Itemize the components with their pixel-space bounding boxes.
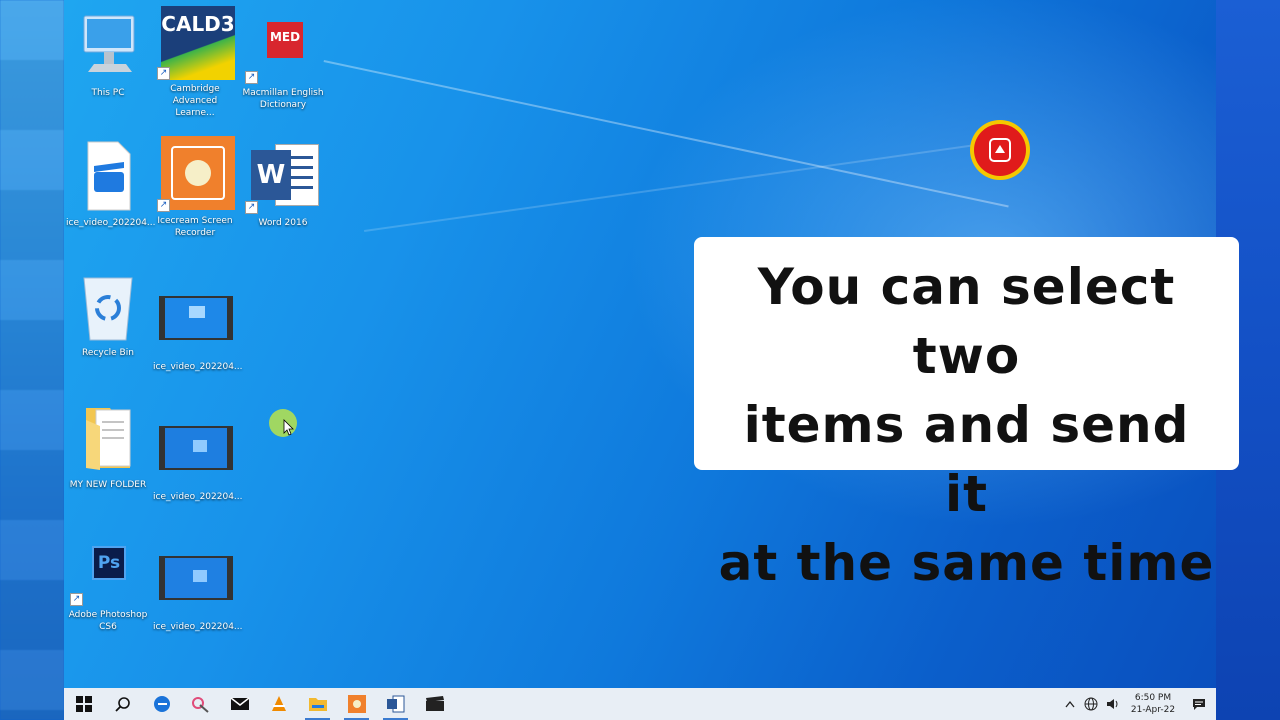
taskbar-snipping-tool[interactable] (181, 688, 220, 720)
desktop-icon-ice-video-4[interactable]: ice_video_202204... (153, 542, 243, 633)
mouse-cursor-icon (268, 408, 300, 440)
icon-label: Cambridge Advanced Learne... (170, 84, 220, 118)
macmillan-dictionary-icon: MED ↗ (245, 8, 321, 84)
volume-button[interactable] (1102, 688, 1124, 720)
search-icon (114, 697, 130, 712)
taskbar-file-explorer[interactable] (298, 688, 337, 720)
snipping-tool-icon (191, 697, 209, 713)
video-thumbnail-icon (157, 412, 233, 488)
icon-label: Word 2016 (258, 218, 308, 228)
system-tray: 6:50 PM 21-Apr-22 (1060, 688, 1216, 720)
icon-label: ice_video_202204... (153, 622, 243, 632)
icon-label: MY NEW FOLDER (69, 480, 147, 490)
light-beam (323, 60, 1009, 208)
photoshop-icon: Ps ↗ (70, 530, 146, 606)
icon-label: This PC (91, 88, 125, 98)
taskbar-edge[interactable] (142, 688, 181, 720)
icon-label: ice_video_202204... (153, 362, 243, 372)
taskbar-video[interactable] (415, 688, 454, 720)
desktop-icon-ice-video-3[interactable]: ice_video_202204... (153, 412, 243, 503)
globe-icon (1084, 697, 1098, 711)
icon-label: ice_video_202204... (153, 492, 243, 502)
desktop-icon-word[interactable]: W ↗ Word 2016 (241, 138, 325, 229)
light-beam (364, 140, 999, 232)
shortcut-arrow-icon: ↗ (70, 593, 83, 606)
desktop-icon-ice-video-1[interactable]: ice_video_202204... (66, 138, 156, 229)
taskbar-mail[interactable] (220, 688, 259, 720)
desktop-icon-icecream[interactable]: ↗ Icecream Screen Recorder (153, 136, 237, 239)
taskbar-word[interactable] (376, 688, 415, 720)
vlc-icon (271, 696, 286, 711)
icon-label: Adobe Photoshop CS6 (68, 610, 148, 632)
start-icon (75, 696, 92, 712)
shortcut-arrow-icon: ↗ (157, 67, 170, 80)
icon-label: ice_video_202204... (66, 218, 156, 228)
start-button[interactable] (64, 688, 103, 720)
desktop-icon-recycle-bin[interactable]: Recycle Bin (66, 268, 150, 359)
taskbar-icecream[interactable] (337, 688, 376, 720)
youtube-badge-icon[interactable] (970, 120, 1030, 180)
icon-label: Icecream Screen Recorder (157, 216, 233, 238)
search-button[interactable] (103, 688, 142, 720)
clock-time: 6:50 PM (1134, 693, 1172, 703)
recycle-bin-icon (70, 268, 146, 344)
video-thumbnail-icon (157, 282, 233, 358)
video-file-icon (70, 138, 146, 214)
desktop-icon-macmillan[interactable]: MED ↗ Macmillan English Dictionary (241, 8, 325, 111)
icon-label: Macmillan English Dictionary (242, 88, 324, 110)
word-icon (386, 695, 404, 713)
icecream-recorder-icon: ↗ (157, 136, 235, 212)
caption-box: You can select two items and send it at … (694, 237, 1239, 592)
caption-line: You can select two (757, 258, 1176, 385)
desktop-icon-ice-video-2[interactable]: ice_video_202204... (153, 282, 243, 373)
caption-line: at the same time (718, 534, 1215, 592)
computer-icon (70, 8, 146, 84)
desktop-icon-photoshop[interactable]: Ps ↗ Adobe Photoshop CS6 (66, 530, 150, 633)
speaker-icon (1107, 699, 1118, 709)
desktop-icon-this-pc[interactable]: This PC (66, 8, 150, 99)
notification-icon (1193, 698, 1205, 710)
file-explorer-icon (308, 698, 327, 711)
taskbar-clock[interactable]: 6:50 PM 21-Apr-22 (1124, 692, 1182, 716)
taskbar-vlc[interactable] (259, 688, 298, 720)
shortcut-arrow-icon: ↗ (245, 71, 258, 84)
network-button[interactable] (1080, 688, 1102, 720)
show-hidden-icons-button[interactable] (1060, 688, 1080, 720)
word-icon: W ↗ (245, 138, 321, 214)
edge-icon (153, 696, 170, 712)
video-icon (425, 696, 444, 711)
mail-icon (230, 697, 249, 710)
folder-icon (70, 400, 146, 476)
icecream-recorder-icon (347, 695, 366, 713)
shortcut-arrow-icon: ↗ (157, 199, 170, 212)
video-thumbnail-icon (157, 542, 233, 618)
caption-line: items and send it (743, 396, 1190, 523)
shortcut-arrow-icon: ↗ (245, 201, 258, 214)
left-blur-border (0, 0, 64, 720)
icon-label: Recycle Bin (82, 348, 134, 358)
clock-date: 21-Apr-22 (1130, 705, 1176, 715)
chevron-up-icon (1065, 700, 1075, 708)
desktop-icon-cambridge[interactable]: CALD3 ↗ Cambridge Advanced Learne... (153, 4, 237, 119)
desktop-icon-my-new-folder[interactable]: MY NEW FOLDER (66, 400, 150, 491)
notifications-button[interactable] (1182, 688, 1216, 720)
cambridge-dictionary-icon: CALD3 ↗ (157, 4, 235, 80)
taskbar: 6:50 PM 21-Apr-22 (64, 688, 1216, 720)
